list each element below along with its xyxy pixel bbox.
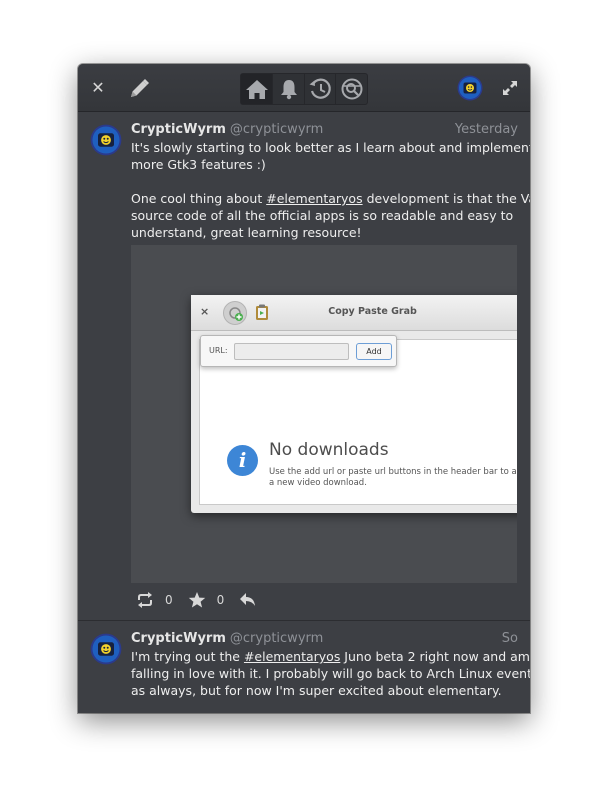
screenshot-header-bar: × Copy Paste Grab xyxy=(191,295,517,331)
empty-state-title: No downloads xyxy=(269,440,389,460)
home-tab[interactable] xyxy=(241,74,273,104)
history-tab[interactable] xyxy=(303,74,336,104)
avatar[interactable] xyxy=(457,75,483,101)
close-icon[interactable]: ✕ xyxy=(88,77,108,99)
tweet-time: Yesterday xyxy=(454,122,518,137)
tweet-media-image[interactable]: × Copy Paste Grab i No downloads Use the… xyxy=(131,245,517,583)
add-button: Add xyxy=(356,343,392,360)
tweet-text: I'm trying out the #elementaryos Juno be… xyxy=(131,648,530,699)
header-bar: ✕ xyxy=(78,64,530,112)
app-window: ✕ CrypticWyrm @crypticwyrm Yesterday It'… xyxy=(78,64,530,713)
reply-icon[interactable] xyxy=(238,590,258,610)
user-handle[interactable]: @crypticwyrm xyxy=(230,631,323,646)
tweet-text: It's slowly starting to look better as I… xyxy=(131,139,530,241)
search-icon xyxy=(341,78,363,100)
tweet-line: as always, but for now I'm super excited… xyxy=(131,683,502,698)
tweet-line: It's slowly starting to look better as I… xyxy=(131,140,530,155)
hashtag-link[interactable]: #elementaryos xyxy=(244,649,340,664)
tweet[interactable]: CrypticWyrm @crypticwyrm Yesterday It's s… xyxy=(78,113,530,621)
tweet-line: understand, great learning resource! xyxy=(131,225,362,240)
url-popover: URL: Add xyxy=(200,335,397,367)
text-segment: I'm trying out the xyxy=(131,649,244,664)
favorite-count: 0 xyxy=(216,593,225,607)
tweet-actions: 0 0 xyxy=(135,588,315,612)
screenshot-window: × Copy Paste Grab i No downloads Use the… xyxy=(191,295,517,513)
empty-state-description: Use the add url or paste url buttons in … xyxy=(269,467,517,488)
home-icon xyxy=(245,80,268,99)
avatar[interactable] xyxy=(90,124,122,156)
notifications-tab[interactable] xyxy=(272,74,304,104)
user-handle[interactable]: @crypticwyrm xyxy=(230,122,323,137)
bell-icon xyxy=(280,80,297,100)
tweet-line: source code of all the official apps is … xyxy=(131,208,514,223)
view-switcher xyxy=(240,73,368,105)
history-icon xyxy=(309,78,331,99)
search-tab[interactable] xyxy=(335,74,367,104)
tweet[interactable]: CrypticWyrm @crypticwyrm So I'm trying ou… xyxy=(78,622,530,713)
tweet-line: more Gtk3 features :) xyxy=(131,157,266,172)
retweet-icon[interactable] xyxy=(135,590,155,610)
tweet-line: One cool thing about #elementaryos devel… xyxy=(131,190,530,207)
user-name[interactable]: CrypticWyrm xyxy=(131,122,226,137)
text-segment: Juno beta 2 right now and am xyxy=(340,649,530,664)
screenshot-title: Copy Paste Grab xyxy=(328,306,417,317)
star-icon[interactable] xyxy=(187,590,207,610)
hashtag-link[interactable]: #elementaryos xyxy=(266,191,362,206)
info-icon: i xyxy=(227,445,258,476)
tweet-line: I'm trying out the #elementaryos Juno be… xyxy=(131,648,530,665)
tweet-header: CrypticWyrm @crypticwyrm So xyxy=(131,630,518,648)
url-label: URL: xyxy=(209,346,228,355)
expand-icon[interactable] xyxy=(502,80,518,96)
retweet-count: 0 xyxy=(165,593,173,607)
tweet-header: CrypticWyrm @crypticwyrm Yesterday xyxy=(131,121,518,139)
text-segment: development is that the Vala xyxy=(362,191,530,206)
tweet-time: So xyxy=(501,631,518,646)
user-name[interactable]: CrypticWyrm xyxy=(131,631,226,646)
tweet-line: falling in love with it. I probably will… xyxy=(131,666,530,681)
url-input xyxy=(234,343,349,360)
pencil-icon[interactable] xyxy=(126,76,152,102)
avatar[interactable] xyxy=(90,633,122,665)
text-segment: One cool thing about xyxy=(131,191,267,206)
